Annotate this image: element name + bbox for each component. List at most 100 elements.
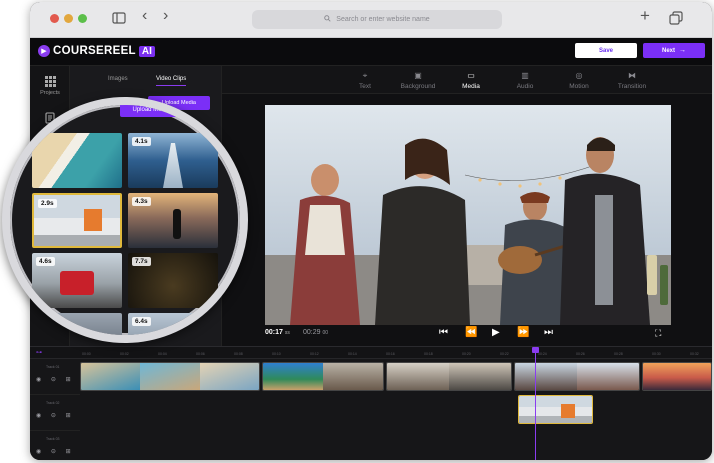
ruler-tick-label: 00:20 — [462, 352, 471, 356]
total-time-value: 00:29 — [303, 329, 321, 336]
tab-media[interactable]: ▭ Media — [446, 71, 496, 96]
address-bar[interactable]: Search or enter website name — [252, 10, 502, 29]
ruler-tick-label: 00:26 — [576, 352, 585, 356]
player-controls: 00:17 ss 00:29 00 ⏮ ⏪ ▶ ⏩ ⏭ ⛶ — [265, 325, 671, 343]
media-thumbnail[interactable]: 4.1s — [128, 133, 218, 188]
track-name: Track 03 — [46, 437, 60, 441]
track-name: Track 02 — [46, 401, 60, 405]
ruler-tick-label: 00:30 — [652, 352, 661, 356]
tab-text[interactable]: ⌖ Text — [340, 71, 390, 90]
track-name: Track 01 — [46, 365, 60, 369]
ruler-tick-label: 00:12 — [310, 352, 319, 356]
ruler-tick-label: 00:00 — [82, 352, 91, 356]
next-button-label: Next — [661, 47, 675, 54]
total-time: 00:29 00 — [303, 329, 328, 336]
close-window-button[interactable] — [50, 14, 59, 23]
timeline-clip[interactable] — [642, 362, 712, 391]
maximize-window-button[interactable] — [78, 14, 87, 23]
clip-duration: 4.1s — [132, 137, 151, 146]
tab-transition[interactable]: ⧓ Transition — [607, 71, 657, 90]
tool-tabs: ⌖ Text ▣ Background ▭ Media ▥ Audio ◎ Motion … — [222, 66, 712, 96]
ruler-tick-label: 00:02 — [120, 352, 129, 356]
logo-text: COURSEREEL — [53, 45, 136, 57]
track-controls[interactable]: ◉ ⊝ ⊞ — [36, 412, 75, 419]
track-header-2: Track 02 ◉ ⊝ ⊞ — [30, 395, 80, 431]
tab-label: Audio — [516, 83, 534, 90]
current-time: 00:17 ss — [265, 329, 290, 336]
tab-background[interactable]: ▣ Background — [393, 71, 443, 90]
timeline-clip[interactable] — [514, 362, 640, 391]
tab-audio[interactable]: ▥ Audio — [500, 71, 550, 90]
track-controls[interactable]: ◉ ⊝ ⊞ — [36, 448, 75, 455]
sidebar-toggle-icon[interactable] — [112, 11, 126, 27]
ruler-tick-label: 00:32 — [690, 352, 699, 356]
media-thumbnail[interactable]: 4.3s — [128, 193, 218, 248]
arrow-right-icon: → — [679, 47, 686, 54]
playhead[interactable] — [532, 347, 539, 460]
minimize-window-button[interactable] — [64, 14, 73, 23]
ruler-tick-label: 00:18 — [424, 352, 433, 356]
upload-media-button-magnified[interactable]: Upload Media — [120, 105, 182, 117]
ruler-tick-label: 00:24 — [538, 352, 547, 356]
clip-duration: 6.4s — [132, 317, 151, 326]
search-icon[interactable]: ⌕ — [208, 121, 213, 132]
tab-label: Media — [462, 83, 480, 90]
transition-icon: ⧓ — [628, 71, 636, 80]
timeline-clip[interactable] — [80, 362, 260, 391]
browser-chrome: ‹ › Search or enter website name + — [30, 2, 712, 38]
tab-label: Motion — [569, 83, 589, 90]
timeline-clip[interactable] — [386, 362, 512, 391]
track-header-1: Track 01 ◉ ⊝ ⊞ — [30, 359, 80, 395]
background-icon: ▣ — [414, 71, 422, 80]
logo-badge: AI — [138, 45, 155, 57]
ruler-tick-label: 00:08 — [234, 352, 243, 356]
ruler-tick-label: 00:04 — [158, 352, 167, 356]
timeline-ruler: ⊶ 00:00 00:02 00:04 00:06 00:08 00:10 00:12 00:… — [30, 347, 712, 359]
audio-icon: ▥ — [521, 71, 529, 80]
ruler-tick-label: 00:22 — [500, 352, 509, 356]
video-frame-image — [265, 105, 671, 325]
tabs-icon[interactable] — [669, 11, 683, 28]
logo-icon: ▶ — [38, 45, 50, 57]
rail-item-projects[interactable]: Projects — [30, 76, 70, 96]
next-button[interactable]: Next → — [643, 43, 705, 58]
media-thumbnail[interactable] — [32, 133, 122, 188]
clip-duration: 4.3s — [132, 197, 151, 206]
ruler-tick-label: 00:14 — [348, 352, 357, 356]
timeline-clip[interactable] — [262, 362, 384, 391]
logo: ▶ COURSEREEL AI — [38, 45, 155, 57]
track-controls[interactable]: ◉ ⊝ ⊞ — [36, 376, 75, 383]
new-tab-icon[interactable]: + — [640, 7, 650, 24]
fullscreen-icon[interactable]: ⛶ — [655, 327, 661, 339]
text-icon: ⌖ — [362, 71, 368, 80]
zoom-slider-icon[interactable]: ⊶ — [36, 349, 42, 356]
timeline: ⊶ 00:00 00:02 00:04 00:06 00:08 00:10 00:12 00:… — [30, 346, 712, 460]
back-icon[interactable]: ‹ — [142, 8, 147, 24]
media-thumbnail[interactable]: 7.7s — [128, 253, 218, 308]
address-placeholder: Search or enter website name — [336, 16, 430, 23]
media-thumbnail-selected[interactable]: 2.9s — [32, 193, 122, 248]
media-icon: ▭ — [467, 71, 475, 80]
tab-motion[interactable]: ◎ Motion — [554, 71, 604, 90]
ruler-tick-label: 00:06 — [196, 352, 205, 356]
clip-duration: 4.6s — [36, 257, 55, 266]
tab-label: Transition — [617, 83, 647, 90]
skip-start-icon[interactable]: ⏮ — [439, 327, 448, 339]
skip-end-icon[interactable]: ⏭ — [544, 327, 553, 339]
rewind-icon[interactable]: ⏪ — [465, 327, 477, 339]
save-button[interactable]: Save — [575, 43, 637, 58]
play-icon[interactable]: ▶ — [492, 327, 500, 339]
grid-icon — [44, 76, 56, 87]
tab-label: Text — [359, 83, 371, 90]
media-thumbnail[interactable]: 4.6s — [32, 253, 122, 308]
playhead-handle[interactable] — [532, 347, 539, 353]
timeline-clip-selected[interactable] — [518, 395, 593, 424]
video-preview[interactable] — [265, 105, 671, 325]
total-time-unit: 00 — [322, 330, 329, 336]
motion-icon: ◎ — [575, 71, 583, 80]
clip-duration: 7.7s — [132, 257, 151, 266]
tab-images[interactable]: Images — [108, 76, 128, 82]
fast-forward-icon[interactable]: ⏩ — [517, 327, 529, 339]
forward-icon[interactable]: › — [163, 8, 168, 24]
tab-video-clips[interactable]: Video Clips — [156, 76, 187, 86]
